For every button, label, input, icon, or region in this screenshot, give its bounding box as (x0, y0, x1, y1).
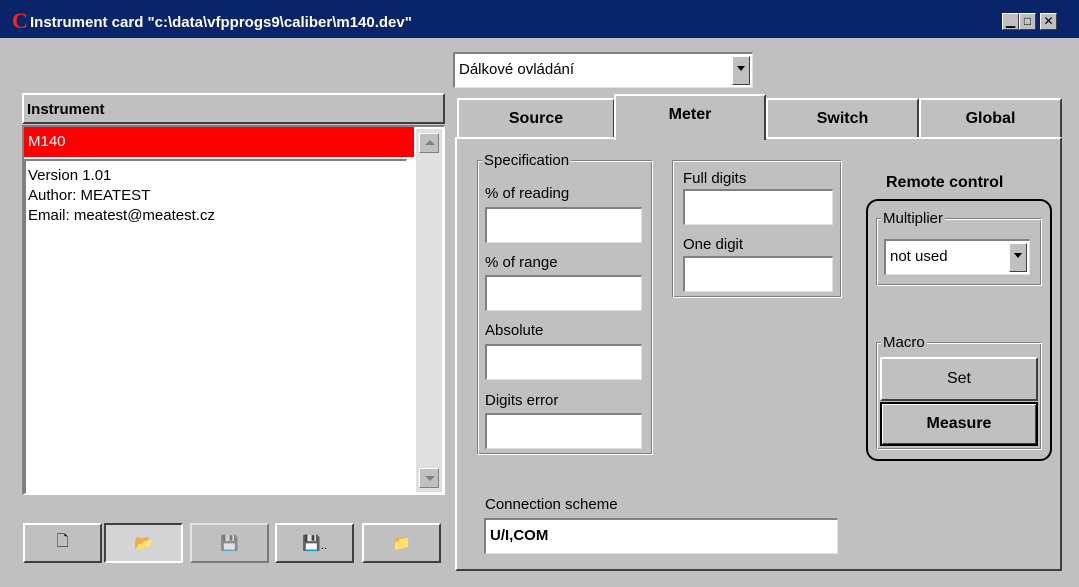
title-bar: C Instrument card "c:\data\vfpprogs9\cal… (0, 0, 1079, 40)
instrument-version: Version 1.01 (28, 167, 112, 184)
instrument-header: Instrument (22, 93, 445, 124)
digits-group: Full digits One digit (672, 160, 842, 298)
multiplier-legend: Multiplier (881, 210, 946, 227)
open-folder-icon: 📂 (134, 535, 153, 552)
export-button[interactable]: 📁 (362, 523, 441, 563)
multiplier-select-value: not used (890, 248, 948, 265)
instrument-email: Email: meatest@meatest.cz (28, 207, 215, 224)
absolute-label: Absolute (485, 322, 544, 339)
tab-switch[interactable]: Switch (766, 98, 919, 138)
pct-range-input[interactable] (485, 275, 642, 311)
save-button[interactable]: 💾 (190, 523, 269, 563)
set-button-label: Set (946, 370, 971, 387)
digits-error-input[interactable] (485, 413, 642, 449)
absolute-input[interactable] (485, 344, 642, 380)
instrument-info: Version 1.01 Author: MEATEST Email: meat… (24, 159, 407, 494)
open-button[interactable]: 📂 (104, 523, 183, 563)
mode-select-value: Dálkové ovládání (459, 61, 575, 78)
scroll-up-icon[interactable] (419, 133, 439, 153)
instrument-selected-label: M140 (28, 133, 66, 150)
tab-global[interactable]: Global (919, 98, 1062, 138)
close-icon: ✕ (1043, 14, 1054, 28)
save-as-suffix: .. (320, 540, 327, 552)
instrument-author: Author: MEATEST (28, 187, 151, 204)
pct-range-label: % of range (485, 254, 558, 271)
connection-scheme-input[interactable]: U/I,COM (484, 518, 838, 554)
measure-button[interactable]: Measure (880, 402, 1038, 446)
instrument-scrollbar[interactable] (416, 129, 442, 492)
chevron-down-icon[interactable] (732, 56, 750, 85)
minimize-button[interactable]: ▁ (1002, 13, 1019, 30)
connection-scheme-label: Connection scheme (485, 496, 618, 513)
instrument-header-label: Instrument (27, 101, 105, 118)
connection-scheme-value: U/I,COM (490, 527, 549, 544)
pct-reading-input[interactable] (485, 207, 642, 243)
macro-legend: Macro (881, 334, 927, 351)
new-button[interactable]: 🗋 (23, 523, 102, 563)
tab-global-label: Global (965, 110, 1016, 127)
save-icon: 💾 (220, 535, 239, 552)
measure-button-label: Measure (926, 415, 992, 432)
chevron-down-icon[interactable] (1009, 243, 1027, 272)
tab-meter[interactable]: Meter (614, 94, 766, 140)
instrument-selected-item[interactable]: M140 (24, 127, 414, 157)
one-digit-input[interactable] (683, 256, 833, 292)
save-as-button[interactable]: 💾.. (275, 523, 354, 563)
tab-source-label: Source (508, 110, 564, 127)
macro-group: Macro Set Measure (876, 334, 1042, 450)
minimize-icon: ▁ (1005, 14, 1016, 28)
full-digits-input[interactable] (683, 189, 833, 225)
tab-meter-label: Meter (668, 106, 712, 123)
set-button[interactable]: Set (880, 357, 1038, 401)
tab-source[interactable]: Source (457, 98, 615, 138)
tab-switch-label: Switch (816, 110, 869, 127)
specification-legend: Specification (482, 152, 572, 169)
scroll-down-icon[interactable] (419, 468, 439, 488)
export-folder-icon: 📁 (392, 535, 411, 552)
maximize-button[interactable]: □ (1019, 13, 1036, 30)
digits-error-label: Digits error (485, 392, 559, 409)
mode-select[interactable]: Dálkové ovládání (453, 52, 753, 88)
window-title: Instrument card "c:\data\vfpprogs9\calib… (30, 14, 412, 31)
new-file-icon: 🗋 (56, 532, 69, 550)
multiplier-select[interactable]: not used (884, 239, 1030, 275)
instrument-list[interactable]: M140 Version 1.01 Author: MEATEST Email:… (22, 125, 445, 495)
save-as-icon: 💾 (302, 535, 321, 552)
pct-reading-label: % of reading (485, 185, 570, 202)
remote-control-title: Remote control (886, 174, 1004, 191)
close-button[interactable]: ✕ (1040, 13, 1057, 30)
multiplier-group: Multiplier not used (876, 210, 1042, 286)
maximize-icon: □ (1023, 14, 1032, 28)
specification-group: Specification % of reading % of range Ab… (477, 152, 653, 455)
one-digit-label: One digit (683, 236, 744, 253)
full-digits-label: Full digits (683, 170, 747, 187)
